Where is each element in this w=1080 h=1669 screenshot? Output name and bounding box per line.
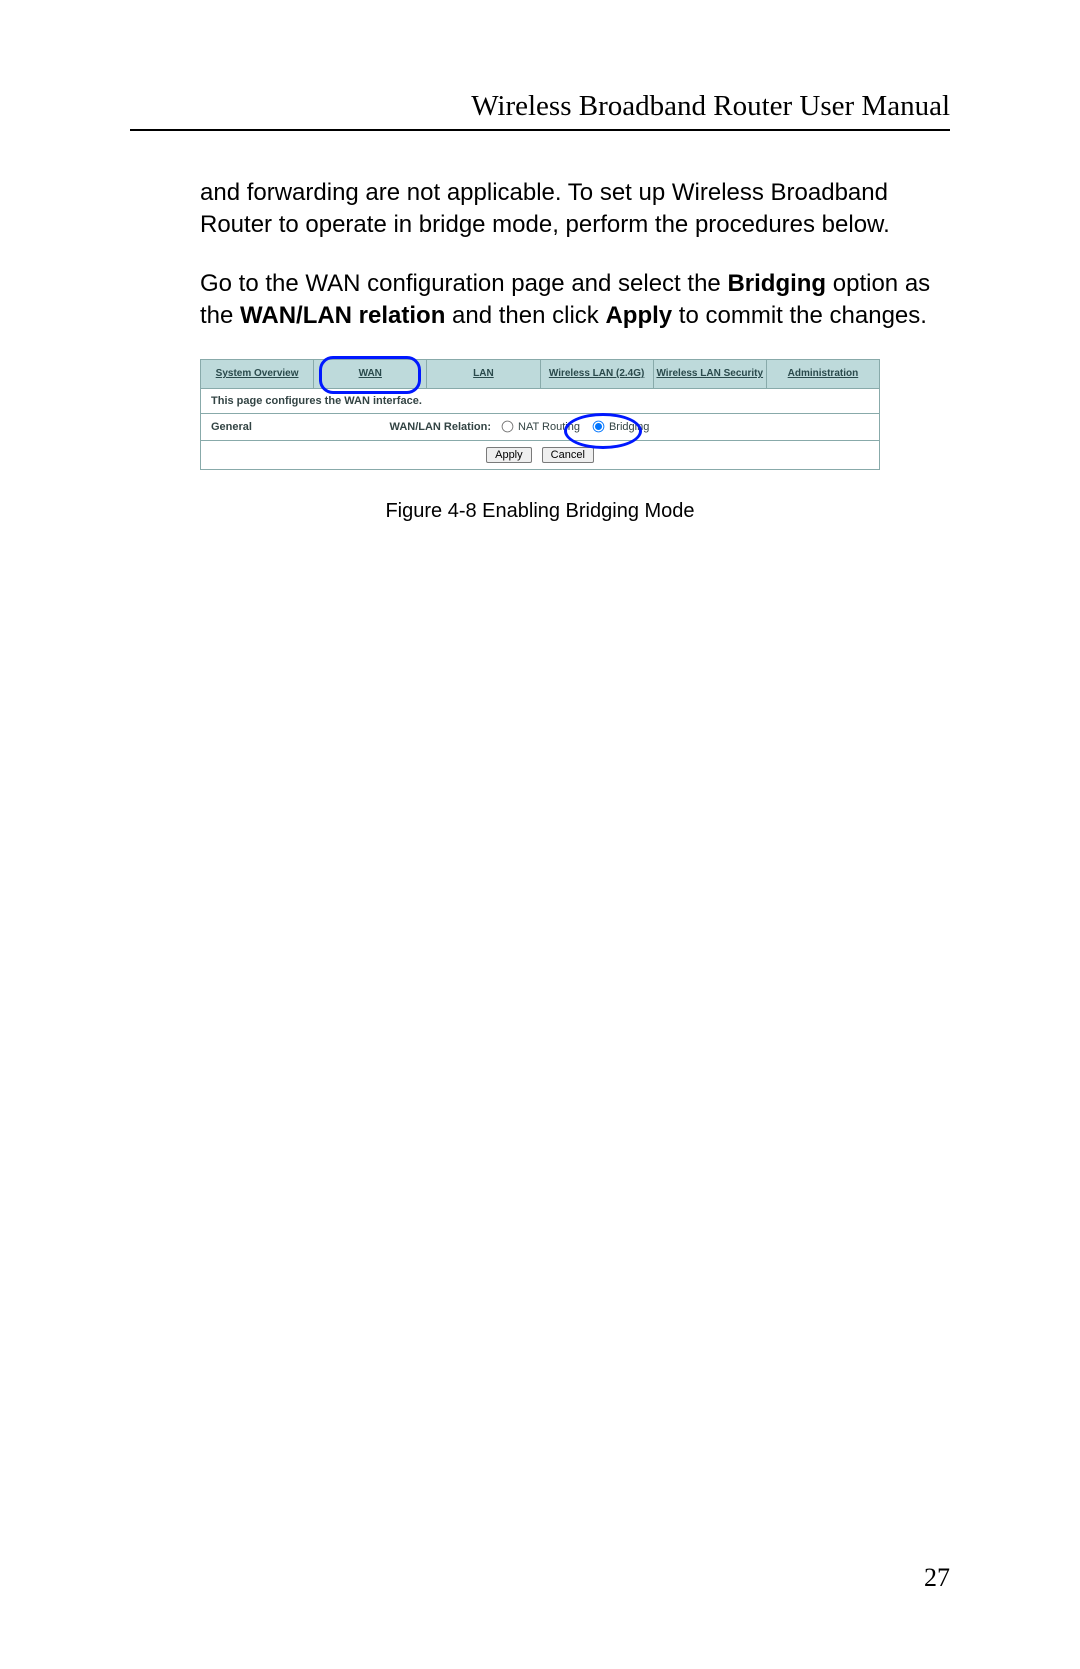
tab-label: Wireless LAN Security <box>656 368 763 379</box>
tab-wireless-lan[interactable]: Wireless LAN (2.4G) <box>541 360 654 388</box>
tab-wireless-security[interactable]: Wireless LAN Security <box>654 360 767 388</box>
radio-bridging-input[interactable] <box>593 421 605 433</box>
tab-administration[interactable]: Administration <box>767 360 879 388</box>
cancel-button[interactable]: Cancel <box>542 447 594 463</box>
router-ui-screenshot: System Overview WAN LAN Wireless LAN (2.… <box>200 359 880 470</box>
radio-group-wan-lan: NAT Routing Bridging <box>501 420 649 433</box>
radio-nat-routing[interactable]: NAT Routing <box>501 420 580 433</box>
page-number: 27 <box>924 1563 950 1593</box>
page-header: Wireless Broadband Router User Manual <box>130 90 950 131</box>
tab-wan[interactable]: WAN <box>314 360 427 388</box>
tab-system-overview[interactable]: System Overview <box>201 360 314 388</box>
p2-mid2: and then click <box>445 302 605 329</box>
apply-button[interactable]: Apply <box>486 447 532 463</box>
p2-pre: Go to the WAN configuration page and sel… <box>200 270 727 297</box>
form-row-general: General WAN/LAN Relation: NAT Routing Br… <box>201 414 879 441</box>
p2-wan-lan-relation: WAN/LAN relation <box>240 302 445 329</box>
page-description: This page configures the WAN interface. <box>201 389 879 414</box>
tab-lan[interactable]: LAN <box>427 360 540 388</box>
paragraph-2: Go to the WAN configuration page and sel… <box>200 268 940 333</box>
body-text: and forwarding are not applicable. To se… <box>200 177 940 333</box>
paragraph-1: and forwarding are not applicable. To se… <box>200 177 940 242</box>
radio-nat-label: NAT Routing <box>518 421 580 433</box>
radio-nat-input[interactable] <box>502 421 514 433</box>
tab-label: Wireless LAN (2.4G) <box>549 368 645 379</box>
section-label-general: General <box>201 421 326 433</box>
tab-label: System Overview <box>216 368 299 379</box>
p2-bridging: Bridging <box>727 270 826 297</box>
radio-bridging[interactable]: Bridging <box>592 420 649 433</box>
p2-post: to commit the changes. <box>672 302 927 329</box>
radio-bridging-label: Bridging <box>609 421 649 433</box>
p2-apply: Apply <box>605 302 672 329</box>
tab-label: LAN <box>473 368 494 379</box>
figure-caption: Figure 4-8 Enabling Bridging Mode <box>200 500 880 523</box>
tab-label: Administration <box>788 368 859 379</box>
button-row: Apply Cancel <box>201 441 879 469</box>
field-label-wan-lan-relation: WAN/LAN Relation: <box>326 421 501 433</box>
tab-label: WAN <box>359 368 382 379</box>
tab-bar: System Overview WAN LAN Wireless LAN (2.… <box>201 360 879 389</box>
